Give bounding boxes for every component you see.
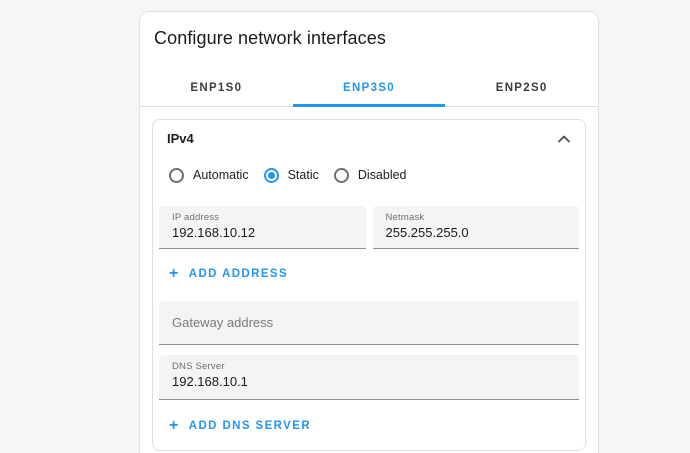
plus-icon: +: [169, 419, 180, 433]
netmask-input[interactable]: [386, 223, 567, 240]
radio-disabled-label: Disabled: [358, 168, 407, 182]
dns-server-field: DNS Server: [159, 355, 579, 400]
interface-tab-bar: ENP1S0 ENP3S0 ENP2S0: [140, 70, 598, 107]
radio-circle-icon: [264, 168, 279, 183]
netmask-field: Netmask: [373, 206, 580, 249]
tab-enp2s0[interactable]: ENP2S0: [445, 70, 598, 106]
add-address-button[interactable]: + ADD ADDRESS: [169, 266, 569, 281]
radio-static[interactable]: Static: [264, 168, 319, 183]
dns-server-label: DNS Server: [172, 361, 566, 372]
ip-address-label: IP address: [172, 212, 353, 223]
screen: Configure network interfaces ENP1S0 ENP3…: [0, 0, 690, 453]
ip-address-field: IP address: [159, 206, 366, 249]
radio-static-label: Static: [288, 168, 319, 182]
radio-circle-icon: [334, 168, 349, 183]
tab-enp3s0[interactable]: ENP3S0: [293, 70, 446, 106]
ip-address-input[interactable]: [172, 223, 353, 240]
gateway-input[interactable]: [172, 315, 566, 330]
address-fields-row: IP address Netmask: [159, 206, 579, 249]
add-dns-server-button[interactable]: + ADD DNS SERVER: [169, 418, 569, 433]
add-dns-server-label: ADD DNS SERVER: [189, 420, 311, 432]
page-title: Configure network interfaces: [154, 28, 584, 49]
radio-automatic[interactable]: Automatic: [169, 168, 249, 183]
ipv4-panel-header[interactable]: IPv4: [153, 120, 585, 157]
ipv4-expansion-panel: IPv4 Automatic Static Di: [152, 119, 586, 451]
netmask-label: Netmask: [386, 212, 567, 223]
radio-disabled[interactable]: Disabled: [334, 168, 407, 183]
ipv4-mode-radio-group: Automatic Static Disabled: [169, 165, 569, 185]
add-address-label: ADD ADDRESS: [189, 268, 288, 280]
configure-network-card: Configure network interfaces ENP1S0 ENP3…: [139, 11, 599, 453]
radio-circle-icon: [169, 168, 184, 183]
chevron-up-icon[interactable]: [557, 135, 571, 143]
radio-automatic-label: Automatic: [193, 168, 249, 182]
plus-icon: +: [169, 267, 180, 281]
dns-server-input[interactable]: [172, 372, 566, 389]
ipv4-panel-title: IPv4: [167, 131, 194, 146]
tab-enp1s0[interactable]: ENP1S0: [140, 70, 293, 106]
gateway-field: [159, 301, 579, 345]
